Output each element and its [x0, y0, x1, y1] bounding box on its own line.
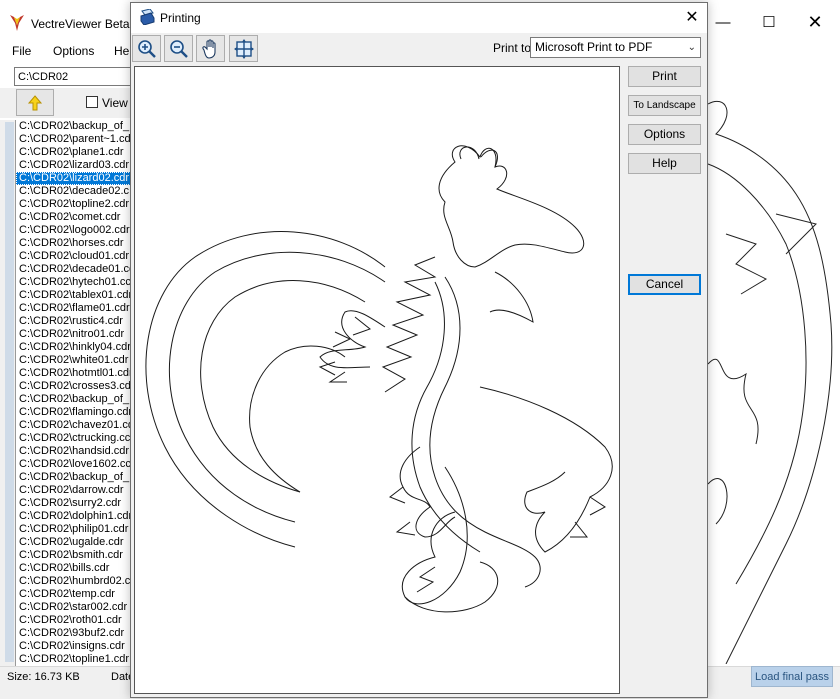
- file-list-item[interactable]: C:\CDR02\topline2.cdr: [16, 198, 133, 211]
- up-arrow-icon: [27, 94, 43, 110]
- view-checkbox[interactable]: [86, 96, 98, 108]
- zoom-in-icon: [137, 39, 156, 58]
- file-list-item[interactable]: C:\CDR02\handsid.cdr: [16, 445, 133, 458]
- file-list-item[interactable]: C:\CDR02\star002.cdr: [16, 601, 133, 614]
- file-list-item[interactable]: C:\CDR02\cloud01.cdr: [16, 250, 133, 263]
- lizard-drawing: [145, 145, 613, 613]
- file-list-item[interactable]: C:\CDR02\ugalde.cdr: [16, 536, 133, 549]
- file-list-item[interactable]: C:\CDR02\backup_of_: [16, 471, 133, 484]
- help-button[interactable]: Help: [628, 153, 701, 174]
- file-list-item[interactable]: C:\CDR02\bsmith.cdr: [16, 549, 133, 562]
- printer-icon: [140, 9, 155, 25]
- file-list-item[interactable]: C:\CDR02\lizard02.cdr: [16, 172, 133, 185]
- list-scroll-gutter: [0, 120, 15, 666]
- file-list-item[interactable]: C:\CDR02\plane1.cdr: [16, 146, 133, 159]
- file-list-item[interactable]: C:\CDR02\93buf2.cdr: [16, 627, 133, 640]
- file-list-item[interactable]: C:\CDR02\lizard03.cdr: [16, 159, 133, 172]
- file-list-item[interactable]: C:\CDR02\hotmtl01.cdr: [16, 367, 133, 380]
- file-list-item[interactable]: C:\CDR02\backup_of_: [16, 120, 133, 133]
- printer-select[interactable]: Microsoft Print to PDF ⌄: [530, 37, 701, 58]
- file-list-item[interactable]: C:\CDR02\insigns.cdr: [16, 640, 133, 653]
- printer-select-value: Microsoft Print to PDF: [535, 40, 653, 54]
- to-landscape-button[interactable]: To Landscape: [628, 95, 701, 116]
- file-list-item[interactable]: C:\CDR02\logo002.cdr: [16, 224, 133, 237]
- file-list-item[interactable]: C:\CDR02\flamingo.cdr: [16, 406, 133, 419]
- app-logo-icon: [10, 15, 24, 31]
- file-list-item[interactable]: C:\CDR02\hytech01.cc: [16, 276, 133, 289]
- menu-file[interactable]: File: [12, 44, 31, 58]
- file-list-item[interactable]: C:\CDR02\flame01.cdr: [16, 302, 133, 315]
- close-icon[interactable]: ✕: [682, 7, 702, 27]
- print-button[interactable]: Print: [628, 66, 701, 87]
- cancel-button[interactable]: Cancel: [628, 274, 701, 295]
- file-list-item[interactable]: C:\CDR02\chavez01.cd: [16, 419, 133, 432]
- file-list-item[interactable]: C:\CDR02\ctrucking.cc: [16, 432, 133, 445]
- file-list-item[interactable]: C:\CDR02\dolphin1.cdr: [16, 510, 133, 523]
- fit-page-button[interactable]: [229, 35, 258, 62]
- file-list[interactable]: C:\CDR02\backup_of_ C:\CDR02\parent~1.cd C…: [15, 120, 133, 666]
- maximize-icon[interactable]: ☐: [746, 6, 792, 38]
- file-list-item[interactable]: C:\CDR02\darrow.cdr: [16, 484, 133, 497]
- file-list-item[interactable]: C:\CDR02\surry2.cdr: [16, 497, 133, 510]
- dialog-title: Printing: [160, 11, 201, 25]
- print-to-label: Print to: [493, 41, 532, 55]
- file-list-item[interactable]: C:\CDR02\decade01.cc: [16, 263, 133, 276]
- zoom-out-button[interactable]: [164, 35, 193, 62]
- main-close-icon[interactable]: ✕: [792, 6, 838, 38]
- fit-page-icon: [233, 38, 254, 59]
- background-lizard-preview: [707, 100, 833, 664]
- file-list-item[interactable]: C:\CDR02\tablex01.cdr: [16, 289, 133, 302]
- file-list-item[interactable]: C:\CDR02\comet.cdr: [16, 211, 133, 224]
- file-list-item[interactable]: C:\CDR02\parent~1.cd: [16, 133, 133, 146]
- chevron-down-icon: ⌄: [687, 42, 696, 53]
- file-list-item[interactable]: C:\CDR02\decade02.c: [16, 185, 133, 198]
- file-list-item[interactable]: C:\CDR02\crosses3.cd: [16, 380, 133, 393]
- status-size: Size: 16.73 KB: [7, 671, 80, 683]
- file-list-item[interactable]: C:\CDR02\philip01.cdr: [16, 523, 133, 536]
- file-list-item[interactable]: C:\CDR02\topline1.cdr: [16, 653, 133, 666]
- file-list-item[interactable]: C:\CDR02\humbrd02.cc: [16, 575, 133, 588]
- menu-options[interactable]: Options: [53, 44, 94, 58]
- file-list-item[interactable]: C:\CDR02\bills.cdr: [16, 562, 133, 575]
- file-list-item[interactable]: C:\CDR02\rustic4.cdr: [16, 315, 133, 328]
- pan-hand-icon: [201, 38, 216, 59]
- file-list-item[interactable]: C:\CDR02\love1602.cc: [16, 458, 133, 471]
- zoom-out-icon: [169, 39, 188, 58]
- file-list-item[interactable]: C:\CDR02\backup_of_: [16, 393, 133, 406]
- file-list-item[interactable]: C:\CDR02\temp.cdr: [16, 588, 133, 601]
- file-list-item[interactable]: C:\CDR02\nitro01.cdr: [16, 328, 133, 341]
- zoom-in-button[interactable]: [132, 35, 161, 62]
- dialog-titlebar: [131, 3, 707, 33]
- file-list-item[interactable]: C:\CDR02\white01.cdr: [16, 354, 133, 367]
- options-button[interactable]: Options: [628, 124, 701, 145]
- pan-button[interactable]: [196, 35, 225, 62]
- file-list-item[interactable]: C:\CDR02\horses.cdr: [16, 237, 133, 250]
- app-title: VectreViewer Beta 2: [31, 17, 140, 31]
- print-preview: [134, 66, 620, 694]
- load-final-pass-button[interactable]: Load final pass: [751, 666, 833, 687]
- path-input[interactable]: C:\CDR02: [14, 67, 134, 86]
- file-list-item[interactable]: C:\CDR02\hinkly04.cdr: [16, 341, 133, 354]
- up-folder-button[interactable]: [16, 89, 54, 116]
- menu-help[interactable]: He: [114, 44, 129, 58]
- file-list-item[interactable]: C:\CDR02\roth01.cdr: [16, 614, 133, 627]
